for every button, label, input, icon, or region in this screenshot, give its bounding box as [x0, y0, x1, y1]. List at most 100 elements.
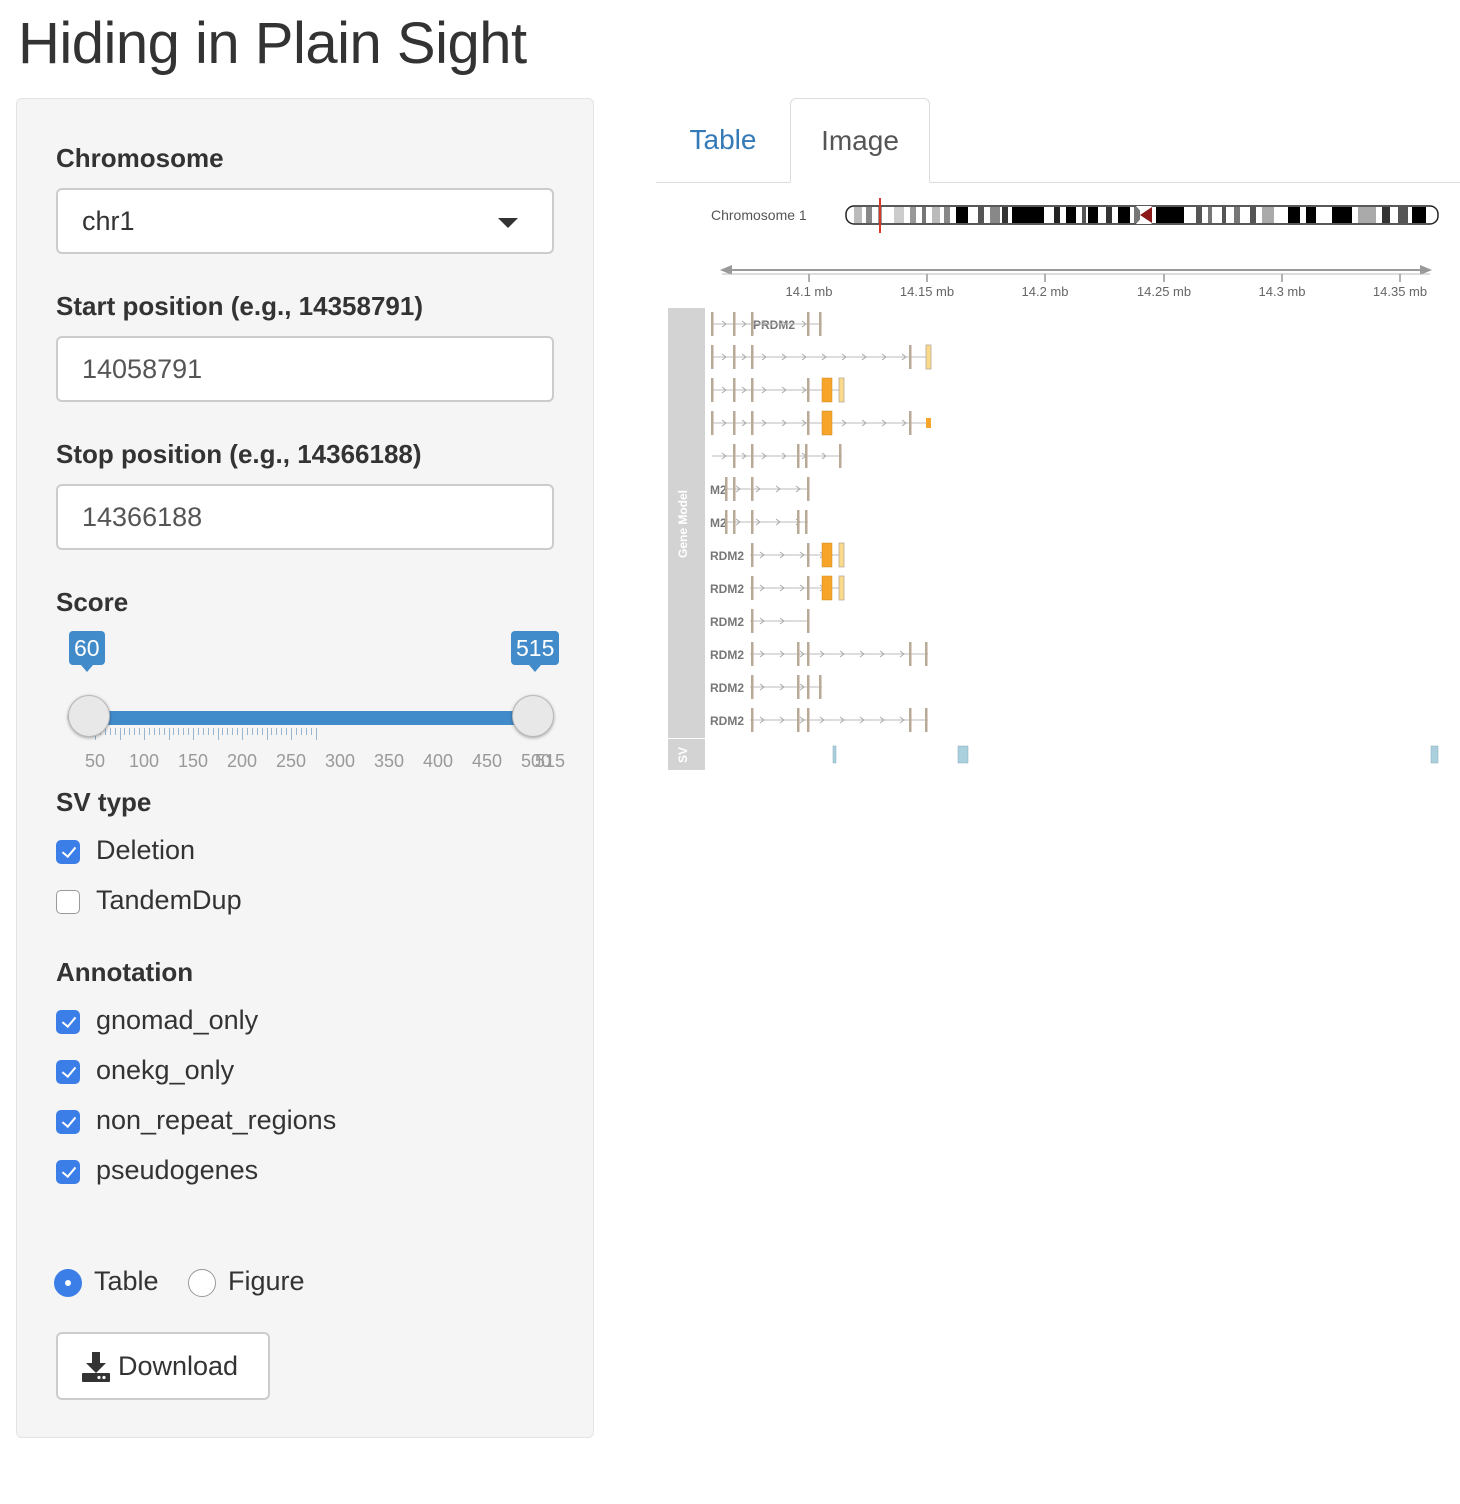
download-label: Download: [118, 1351, 239, 1381]
slider-tick: [310, 728, 312, 735]
sv-feature: [1430, 745, 1439, 764]
checkbox-checked-icon: [56, 1160, 80, 1184]
slider-tick: [266, 728, 268, 740]
exon: [807, 576, 810, 600]
transcript-label: M2: [710, 483, 727, 497]
slider-tick: [256, 728, 258, 735]
exon: [807, 378, 810, 402]
slider-max-handle[interactable]: [512, 695, 554, 737]
tab-table[interactable]: Table: [656, 98, 790, 182]
transcript-label: RDM2: [710, 714, 744, 728]
download-icon: [82, 1352, 110, 1382]
sv-feature: [832, 745, 837, 764]
checkbox-checked-icon: [56, 840, 80, 864]
ideogram-band: [1358, 207, 1376, 223]
exon: [797, 675, 800, 699]
sv-label: SV: [676, 747, 690, 763]
slider-tick: [163, 728, 165, 735]
ideogram-band: [1208, 207, 1212, 223]
exon: [733, 312, 736, 336]
transcript-label: M2: [710, 516, 727, 530]
slider-min-handle[interactable]: [68, 695, 110, 737]
ideogram-band: [866, 207, 872, 223]
coding-exon: [821, 410, 833, 436]
tab-bar: Table Image: [656, 98, 1460, 183]
exon: [733, 510, 736, 534]
ideogram-band: [922, 207, 926, 223]
ideogram-band: [956, 207, 968, 223]
slider-tick-label: 200: [226, 751, 258, 771]
exon: [733, 444, 736, 468]
slider-tick: [291, 728, 292, 740]
page-title: Hiding in Plain Sight: [18, 11, 527, 76]
exon: [725, 477, 728, 501]
slider-tick: [237, 728, 239, 735]
transcript-label: PRDM2: [753, 318, 795, 332]
ideogram-band: [1196, 207, 1202, 223]
slider-tick: [178, 728, 180, 735]
exon: [751, 312, 754, 336]
transcript-label: RDM2: [710, 648, 744, 662]
slider-tick-label: 400: [422, 751, 454, 771]
exon: [925, 708, 928, 732]
coding-exon: [926, 418, 931, 428]
ideogram-band: [1066, 207, 1076, 223]
stop-position-input[interactable]: 14366188: [56, 484, 554, 550]
slider-tick: [246, 728, 248, 735]
tab-image[interactable]: Image: [790, 98, 930, 183]
checkbox-label: onekg_only: [96, 1055, 235, 1085]
ideogram-band: [854, 207, 862, 223]
slider-tick: [222, 728, 224, 735]
slider-tick: [188, 728, 190, 735]
coding-exon: [821, 575, 833, 601]
radio-selected-icon: [54, 1269, 82, 1297]
download-button[interactable]: Download: [56, 1332, 270, 1400]
checkbox-checked-icon: [56, 1060, 80, 1084]
start-position-input[interactable]: 14058791: [56, 336, 554, 402]
gene-model-label: Gene Model: [676, 490, 690, 558]
exon: [807, 609, 810, 633]
exon: [751, 378, 754, 402]
utr-exon: [838, 542, 845, 568]
annotation-label: Annotation: [56, 957, 194, 987]
slider-tick: [129, 728, 131, 735]
stop-position-label: Stop position (e.g., 14366188): [56, 439, 422, 469]
transcript-label: RDM2: [710, 549, 744, 563]
slider-tick: [168, 728, 170, 740]
exon: [807, 708, 810, 732]
exon: [751, 411, 754, 435]
ideogram-band: [1262, 207, 1274, 223]
axis-tick-label: 14.15 mb: [900, 284, 954, 299]
checkbox-checked-icon: [56, 1010, 80, 1034]
ideogram-band: [1332, 207, 1352, 223]
slider-tick-label: 150: [177, 751, 209, 771]
genome-axis: 14.1 mb 14.15 mb 14.2 mb 14.25 mb 14.3 mb 14.…: [720, 265, 1432, 299]
coding-exon: [821, 377, 833, 403]
exon: [725, 510, 728, 534]
exon: [909, 411, 912, 435]
sidebar-panel: Chromosome chr1 Start position (e.g., 14…: [16, 98, 594, 1438]
ideogram-band: [1222, 207, 1226, 223]
exon: [733, 378, 736, 402]
exon: [751, 576, 754, 600]
slider-tick-label: 515: [534, 751, 566, 771]
sv-track: [832, 745, 1439, 764]
slider-tick: [212, 728, 214, 735]
slider-tick-label: 450: [471, 751, 503, 771]
slider-tick: [109, 728, 111, 735]
radio-unselected-icon: [188, 1269, 216, 1297]
slider-tick: [295, 728, 297, 735]
ideogram-band: [894, 207, 904, 223]
sv-type-label: SV type: [56, 787, 152, 817]
exon: [751, 444, 754, 468]
gene-model-track: PRDM2 M2 M2 RDM2 RDM2 RDM2 RDM2 RDM2 RDM2: [710, 312, 932, 732]
checkbox-label: Deletion: [96, 835, 196, 865]
chromosome-ideogram: [845, 198, 1439, 233]
exon: [797, 444, 800, 468]
chromosome-select[interactable]: chr1: [56, 188, 554, 254]
slider-tick: [261, 728, 263, 735]
slider-tick: [114, 728, 116, 735]
score-slider[interactable]: 50 100 150 200 250 300 350 400 450 500 515 60 515: [56, 629, 566, 771]
slider-tick: [217, 728, 219, 740]
exon: [807, 477, 810, 501]
